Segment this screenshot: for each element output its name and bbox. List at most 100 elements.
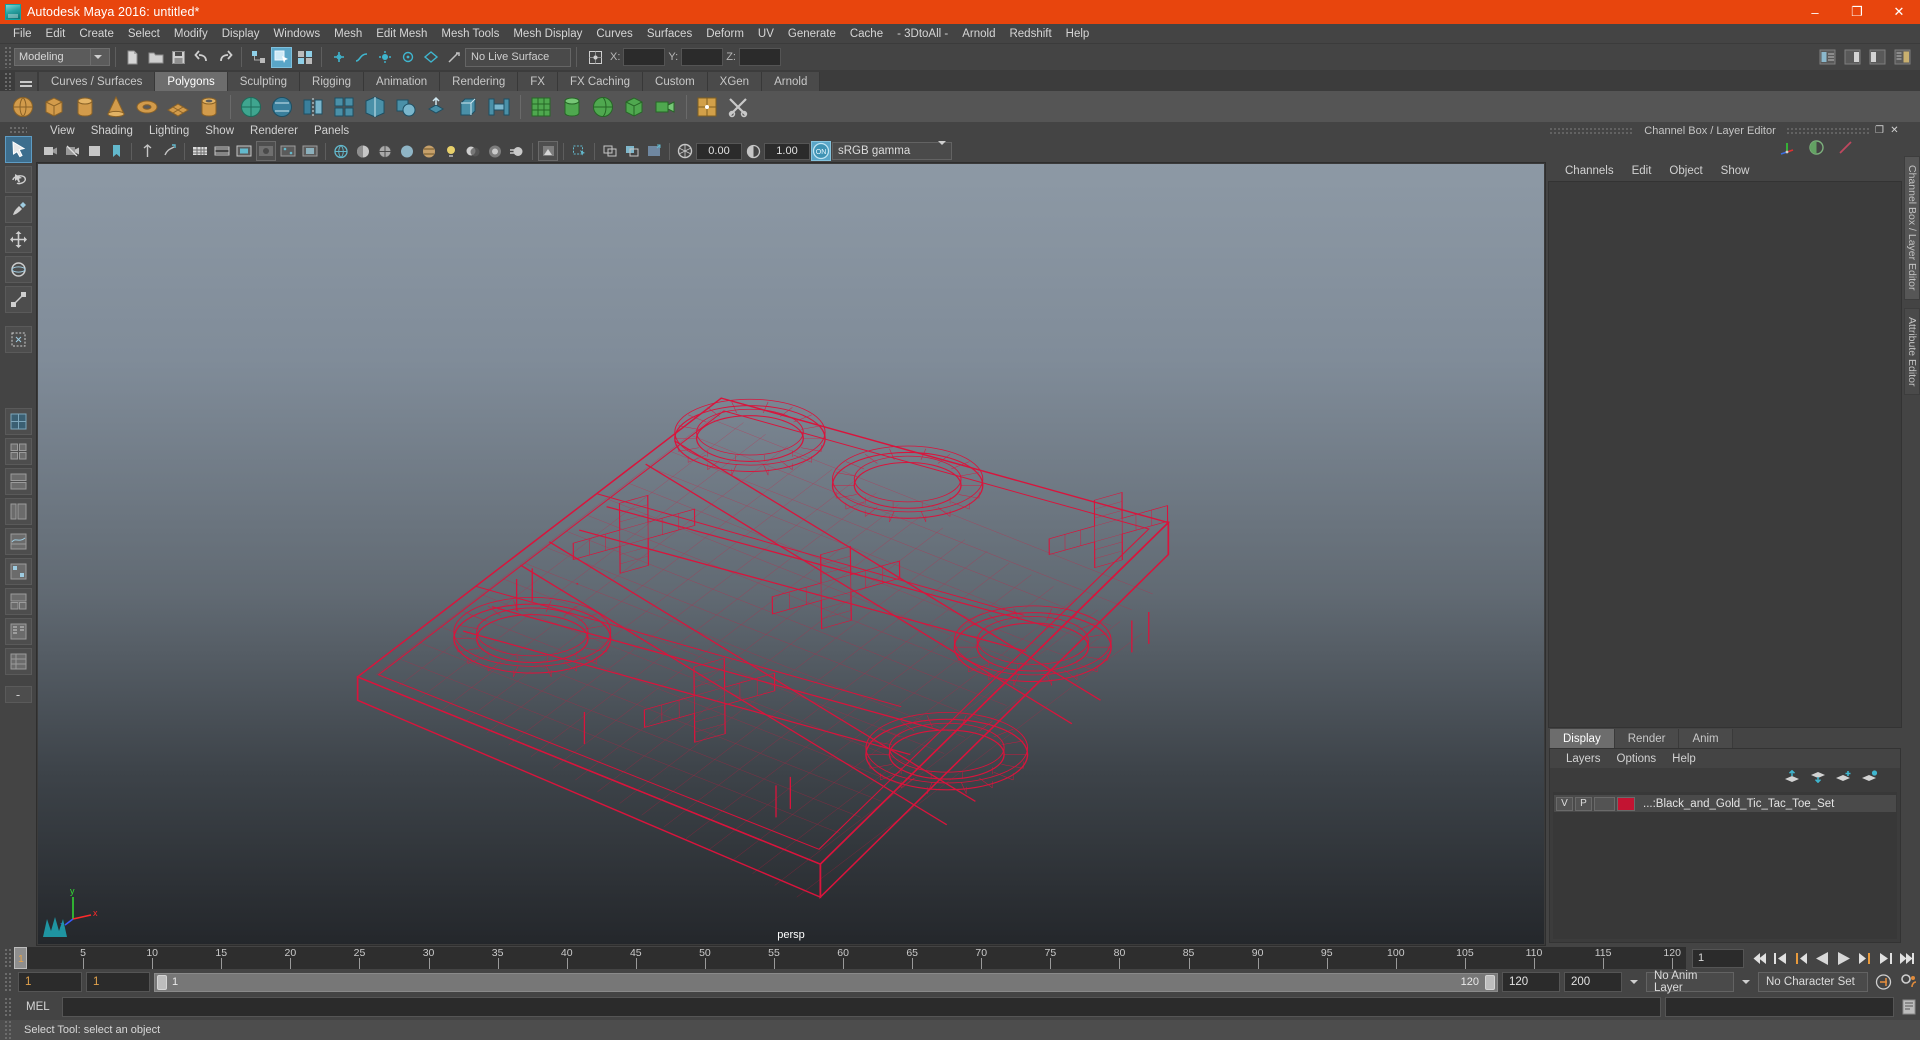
range-bar[interactable]: 1 120 xyxy=(154,972,1498,992)
channel-box-menu-object[interactable]: Object xyxy=(1660,161,1711,181)
viewport-menu-shading[interactable]: Shading xyxy=(83,122,141,140)
undo-icon[interactable] xyxy=(191,47,212,68)
anim-layer-selector[interactable]: No Anim Layer xyxy=(1646,970,1734,994)
layer-row[interactable]: V P ...:Black_and_Gold_Tic_Tac_Toe_Set xyxy=(1554,795,1896,812)
exposure-icon[interactable] xyxy=(675,141,695,161)
anim-layer-chevron-icon[interactable] xyxy=(1626,972,1642,992)
new-scene-icon[interactable] xyxy=(122,47,143,68)
selection-mode-object-icon[interactable] xyxy=(271,46,292,68)
viewport-menu-view[interactable]: View xyxy=(42,122,83,140)
go-to-end-icon[interactable] xyxy=(1897,948,1916,968)
perspective-viewport[interactable]: y x z persp xyxy=(36,162,1546,946)
current-frame-field[interactable]: 1 xyxy=(1692,948,1744,968)
show-hide-modeling-toolkit-icon[interactable] xyxy=(1817,47,1838,68)
snap-to-grid-icon[interactable] xyxy=(328,47,349,68)
script-editor-icon[interactable] xyxy=(1898,997,1920,1017)
shelf-tab-polygons[interactable]: Polygons xyxy=(155,72,228,91)
new-layer-from-selection-icon[interactable] xyxy=(1861,770,1878,788)
separate-icon[interactable] xyxy=(360,93,389,121)
layout-multi-button[interactable] xyxy=(4,648,32,675)
view-transform-selector[interactable]: sRGB gamma xyxy=(832,141,952,160)
shelf-tab-fx-caching[interactable]: FX Caching xyxy=(557,72,644,91)
character-set-chevron-icon[interactable] xyxy=(1738,972,1754,992)
shelf-tab-curves-surfaces[interactable]: Curves / Surfaces xyxy=(39,72,156,91)
layer-menu-layers[interactable]: Layers xyxy=(1558,749,1609,768)
layer-menu-help[interactable]: Help xyxy=(1664,749,1704,768)
range-end-field[interactable]: 120 xyxy=(1502,972,1560,992)
menu-item-help[interactable]: Help xyxy=(1059,24,1097,44)
range-start-field[interactable]: 1 xyxy=(86,972,150,992)
move-tool-button[interactable] xyxy=(4,226,32,253)
layout-relationship-editor-button[interactable] xyxy=(4,618,32,645)
menu-item-edit[interactable]: Edit xyxy=(39,24,73,44)
shelf-tab-animation[interactable]: Animation xyxy=(364,72,441,91)
x-ray-active-components-icon[interactable] xyxy=(622,141,642,161)
selection-mode-hierarchy-icon[interactable] xyxy=(248,47,269,68)
animation-start-field[interactable]: 1 xyxy=(18,972,82,992)
grid-toggle-icon[interactable] xyxy=(190,141,210,161)
animation-preferences-icon[interactable] xyxy=(1898,972,1920,992)
chevron-down-icon[interactable] xyxy=(90,49,105,65)
menu-item-modify[interactable]: Modify xyxy=(167,24,215,44)
menu-item-redshift[interactable]: Redshift xyxy=(1002,24,1058,44)
two-d-pan-zoom-icon[interactable] xyxy=(159,141,179,161)
menu-item-mesh-tools[interactable]: Mesh Tools xyxy=(434,24,506,44)
snap-to-curve-icon[interactable] xyxy=(351,47,372,68)
command-line-grip-icon[interactable] xyxy=(4,997,11,1017)
poly-cube-icon[interactable] xyxy=(39,93,68,121)
x-input-field[interactable] xyxy=(623,48,666,66)
layer-tab-display[interactable]: Display xyxy=(1550,729,1615,748)
vertical-tab-channel-box[interactable]: Channel Box / Layer Editor xyxy=(1904,156,1920,300)
layer-playback-toggle[interactable]: P xyxy=(1575,796,1592,811)
shelf-tab-arnold[interactable]: Arnold xyxy=(762,72,821,91)
bookmarks-icon[interactable] xyxy=(106,141,126,161)
gate-mask-icon[interactable] xyxy=(256,141,276,161)
poly-cone-icon[interactable] xyxy=(101,93,130,121)
show-hide-channel-box-icon[interactable] xyxy=(1892,47,1913,68)
menu-item-generate[interactable]: Generate xyxy=(781,24,843,44)
rotate-tool-button[interactable] xyxy=(4,256,32,283)
time-cursor[interactable]: 1 xyxy=(14,947,27,969)
bevel-icon[interactable] xyxy=(453,93,482,121)
toolbox-expand-button[interactable]: - xyxy=(4,686,32,703)
toolbox-grip-icon[interactable] xyxy=(9,126,27,133)
wireframe-shading-icon[interactable] xyxy=(331,141,351,161)
channel-box-menu-edit[interactable]: Edit xyxy=(1623,161,1661,181)
menu-item-deform[interactable]: Deform xyxy=(699,24,751,44)
shelf-grip-icon[interactable] xyxy=(4,71,11,90)
last-tool-button[interactable] xyxy=(4,326,32,353)
command-language-label[interactable]: MEL xyxy=(18,1001,58,1013)
resolution-gate-icon[interactable] xyxy=(234,141,254,161)
layout-persp-graph-button[interactable] xyxy=(4,528,32,555)
uv-cut-icon[interactable] xyxy=(723,93,752,121)
layer-color-swatch[interactable] xyxy=(1617,796,1635,811)
step-forward-frame-icon[interactable] xyxy=(1855,948,1874,968)
go-to-start-icon[interactable] xyxy=(1750,948,1769,968)
gamma-icon[interactable] xyxy=(743,141,763,161)
minimize-button[interactable]: – xyxy=(1794,0,1836,24)
y-input-field[interactable] xyxy=(681,48,724,66)
time-slider-grip-icon[interactable] xyxy=(4,948,11,968)
poly-plane-icon[interactable] xyxy=(163,93,192,121)
menu-item-surfaces[interactable]: Surfaces xyxy=(640,24,699,44)
move-layer-down-icon[interactable] xyxy=(1809,770,1826,788)
layout-hypershade-button[interactable] xyxy=(4,558,32,585)
channel-box-menu-show[interactable]: Show xyxy=(1712,161,1759,181)
toolbar-grip-icon[interactable] xyxy=(4,46,11,68)
paint-select-tool-button[interactable] xyxy=(4,196,32,223)
layer-list[interactable]: V P ...:Black_and_Gold_Tic_Tac_Toe_Set xyxy=(1553,792,1897,939)
menu-item-edit-mesh[interactable]: Edit Mesh xyxy=(369,24,434,44)
color-management-toggle[interactable]: ON xyxy=(811,141,831,161)
layer-tab-anim[interactable]: Anim xyxy=(1679,729,1733,748)
layer-menu-options[interactable]: Options xyxy=(1609,749,1665,768)
poly-torus-icon[interactable] xyxy=(132,93,161,121)
selection-mode-component-icon[interactable] xyxy=(294,47,315,68)
range-start-handle[interactable] xyxy=(157,974,167,990)
camera-attributes-icon[interactable] xyxy=(84,141,104,161)
uv-camera-based-icon[interactable] xyxy=(650,93,679,121)
poly-pipe-icon[interactable] xyxy=(194,93,223,121)
poly-sphere-icon[interactable] xyxy=(8,93,37,121)
channel-box-menu-channels[interactable]: Channels xyxy=(1556,161,1623,181)
layer-visibility-toggle[interactable]: V xyxy=(1556,796,1573,811)
close-panel-button[interactable]: ✕ xyxy=(1888,124,1901,137)
